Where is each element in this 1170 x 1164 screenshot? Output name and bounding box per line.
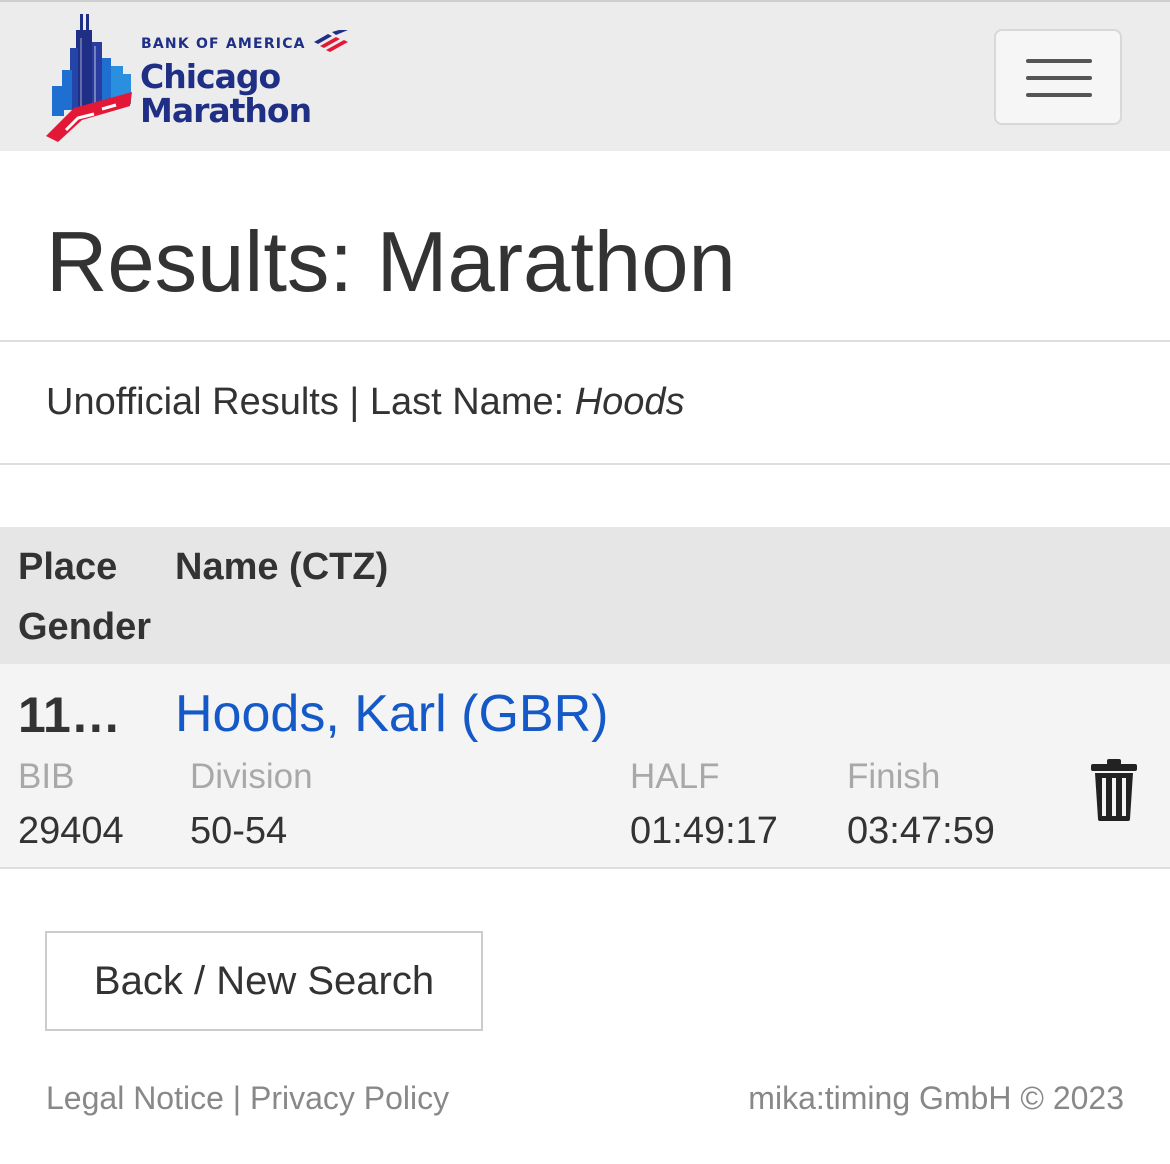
division-value: 50-54 [190, 810, 288, 852]
column-header-name[interactable]: Name (CTZ) [175, 548, 388, 586]
divider [0, 463, 1170, 465]
footer-separator: | [223, 1080, 250, 1116]
menu-button[interactable] [994, 29, 1122, 125]
column-header-gender[interactable]: Gender [18, 608, 151, 646]
results-table-header: Place Gender Name (CTZ) [0, 527, 1170, 664]
sponsor-name: BANK OF AMERICA [141, 36, 306, 52]
back-new-search-button[interactable]: Back / New Search [45, 931, 483, 1031]
skyline-logo-icon [46, 14, 132, 142]
column-header-place[interactable]: Place [18, 548, 117, 586]
half-time-value: 01:49:17 [630, 810, 778, 852]
table-row: 11… Hoods, Karl (GBR) BIB Division HALF … [0, 664, 1170, 869]
trash-icon[interactable] [1089, 758, 1139, 822]
bib-label: BIB [18, 757, 75, 796]
bib-value: 29404 [18, 810, 124, 852]
bank-of-america-flag-icon [314, 30, 348, 52]
finish-label: Finish [847, 757, 941, 796]
privacy-policy-link[interactable]: Privacy Policy [250, 1080, 449, 1116]
logo-line-chicago: Chicago [140, 57, 281, 96]
site-header: BANK OF AMERICA Chicago Marathon [0, 0, 1170, 151]
half-label: HALF [630, 757, 720, 796]
division-label: Division [190, 757, 313, 796]
logo-line-marathon: Marathon [140, 91, 312, 130]
runner-name-link[interactable]: Hoods, Karl (GBR) [175, 688, 608, 740]
search-last-name: Hoods [574, 381, 685, 423]
finish-time-value: 03:47:59 [847, 810, 995, 852]
legal-notice-link[interactable]: Legal Notice [46, 1080, 224, 1116]
footer-links: Legal Notice | Privacy Policy [46, 1082, 449, 1114]
page-title: Results: Marathon [46, 215, 736, 310]
subtitle-prefix: Unofficial Results | Last Name: [46, 381, 575, 423]
results-subtitle: Unofficial Results | Last Name: Hoods [46, 381, 685, 424]
place-value: 11… [18, 687, 121, 743]
chicago-marathon-logo[interactable]: BANK OF AMERICA Chicago Marathon [44, 8, 364, 148]
copyright-text: mika:timing GmbH © 2023 [748, 1080, 1124, 1116]
divider [0, 340, 1170, 342]
